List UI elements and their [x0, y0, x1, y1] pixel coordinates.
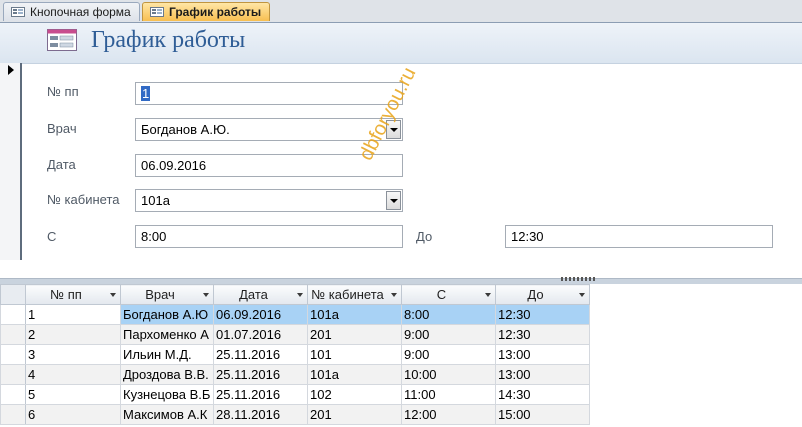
pp-label: № пп [47, 84, 79, 99]
row-selector[interactable] [0, 404, 26, 425]
column-header-pp[interactable]: № пп [25, 284, 121, 305]
cell[interactable]: 12:00 [401, 404, 496, 425]
to-value: 12:30 [511, 229, 544, 244]
cell[interactable]: 201 [307, 324, 402, 345]
column-header-label: С [436, 287, 447, 302]
column-header-label: № пп [50, 287, 82, 302]
tab-label: График работы [169, 5, 262, 19]
chevron-down-icon[interactable] [386, 191, 401, 210]
datasheet: № пп Врач Дата № кабинета С До 1 Богдано… [0, 284, 802, 427]
chevron-down-icon[interactable] [391, 293, 397, 297]
cell[interactable]: Кузнецова В.Б [120, 384, 214, 405]
cell[interactable]: 25.11.2016 [213, 364, 308, 385]
cell[interactable]: 4 [25, 364, 121, 385]
cell[interactable]: Дроздова В.В. [120, 364, 214, 385]
form-icon [47, 29, 77, 51]
cell[interactable]: 102 [307, 384, 402, 405]
doctor-label: Врач [47, 121, 77, 136]
table-row[interactable]: 4 Дроздова В.В. 25.11.2016 101а 10:00 13… [0, 364, 590, 385]
cell[interactable]: 10:00 [401, 364, 496, 385]
date-label: Дата [47, 157, 76, 172]
watermark: dbforyou.ru [355, 63, 421, 164]
form-icon [11, 7, 25, 17]
chevron-down-icon[interactable] [110, 293, 116, 297]
tab-schedule[interactable]: График работы [142, 2, 271, 21]
row-selector[interactable] [0, 364, 26, 385]
cell[interactable]: 25.11.2016 [213, 384, 308, 405]
cell[interactable]: 9:00 [401, 344, 496, 365]
tab-label: Кнопочная форма [30, 5, 131, 19]
cell[interactable]: 5 [25, 384, 121, 405]
cell[interactable]: Богданов А.Ю [120, 304, 214, 325]
splitter-grip-icon[interactable] [561, 277, 595, 281]
table-row[interactable]: 1 Богданов А.Ю 06.09.2016 101а 8:00 12:3… [0, 304, 590, 325]
cell[interactable]: 2 [25, 324, 121, 345]
column-header-label: Врач [145, 287, 175, 302]
cell[interactable]: 28.11.2016 [213, 404, 308, 425]
to-field[interactable]: 12:30 [505, 225, 773, 248]
from-field[interactable]: 8:00 [135, 225, 403, 248]
cell[interactable]: 15:00 [495, 404, 590, 425]
table-row[interactable]: 3 Ильин М.Д. 25.11.2016 101 9:00 13:00 [0, 344, 590, 365]
column-header-doctor[interactable]: Врач [120, 284, 214, 305]
cell[interactable]: 13:00 [495, 364, 590, 385]
column-header-label: № кабинета [311, 287, 384, 302]
cell[interactable]: 06.09.2016 [213, 304, 308, 325]
form-title: График работы [91, 27, 246, 53]
column-header-cabinet[interactable]: № кабинета [307, 284, 402, 305]
cabinet-combo[interactable]: 101а [135, 189, 403, 212]
cell[interactable]: Пархоменко А [120, 324, 214, 345]
row-selector[interactable] [0, 304, 26, 325]
form-icon [150, 7, 164, 17]
chevron-down-icon[interactable] [485, 293, 491, 297]
chevron-down-icon[interactable] [203, 293, 209, 297]
cabinet-label: № кабинета [47, 192, 120, 207]
cell[interactable]: 101 [307, 344, 402, 365]
cell[interactable]: 14:30 [495, 384, 590, 405]
form-header: График работы [0, 23, 802, 64]
cell[interactable]: 201 [307, 404, 402, 425]
select-all-corner[interactable] [0, 284, 26, 305]
chevron-down-icon[interactable] [297, 293, 303, 297]
doctor-value: Богданов А.Ю. [141, 122, 230, 137]
table-row[interactable]: 6 Максимов А.К 28.11.2016 201 12:00 15:0… [0, 404, 590, 425]
row-selector[interactable] [0, 384, 26, 405]
cell[interactable]: 101а [307, 304, 402, 325]
table-row[interactable]: 2 Пархоменко А 01.07.2016 201 9:00 12:30 [0, 324, 590, 345]
row-selector[interactable] [0, 344, 26, 365]
to-label: До [416, 229, 433, 244]
cell[interactable]: Ильин М.Д. [120, 344, 214, 365]
cabinet-value: 101а [141, 193, 170, 208]
record-selector[interactable] [0, 63, 22, 260]
column-header-label: Дата [239, 287, 268, 302]
from-value: 8:00 [141, 229, 167, 244]
cell[interactable]: Максимов А.К [120, 404, 214, 425]
cell[interactable]: 8:00 [401, 304, 496, 325]
table-row[interactable]: 5 Кузнецова В.Б 25.11.2016 102 11:00 14:… [0, 384, 590, 405]
cell[interactable]: 9:00 [401, 324, 496, 345]
date-value: 06.09.2016 [141, 158, 207, 173]
cell[interactable]: 101а [307, 364, 402, 385]
cell[interactable]: 01.07.2016 [213, 324, 308, 345]
column-header-from[interactable]: С [401, 284, 496, 305]
column-header-label: До [527, 287, 544, 302]
cell[interactable]: 6 [25, 404, 121, 425]
current-record-arrow-icon [8, 65, 14, 75]
pp-field[interactable]: 1 [135, 82, 403, 105]
column-header-to[interactable]: До [495, 284, 590, 305]
document-tab-strip: Кнопочная форма График работы [0, 0, 802, 23]
cell[interactable]: 25.11.2016 [213, 344, 308, 365]
cell[interactable]: 12:30 [495, 304, 590, 325]
pp-value: 1 [141, 86, 151, 101]
cell[interactable]: 3 [25, 344, 121, 365]
row-selector[interactable] [0, 324, 26, 345]
column-header-date[interactable]: Дата [213, 284, 308, 305]
from-label: С [47, 229, 57, 244]
tab-switchboard[interactable]: Кнопочная форма [3, 2, 140, 21]
cell[interactable]: 1 [25, 304, 121, 325]
cell[interactable]: 11:00 [401, 384, 496, 405]
cell[interactable]: 12:30 [495, 324, 590, 345]
chevron-down-icon[interactable] [579, 293, 585, 297]
cell[interactable]: 13:00 [495, 344, 590, 365]
